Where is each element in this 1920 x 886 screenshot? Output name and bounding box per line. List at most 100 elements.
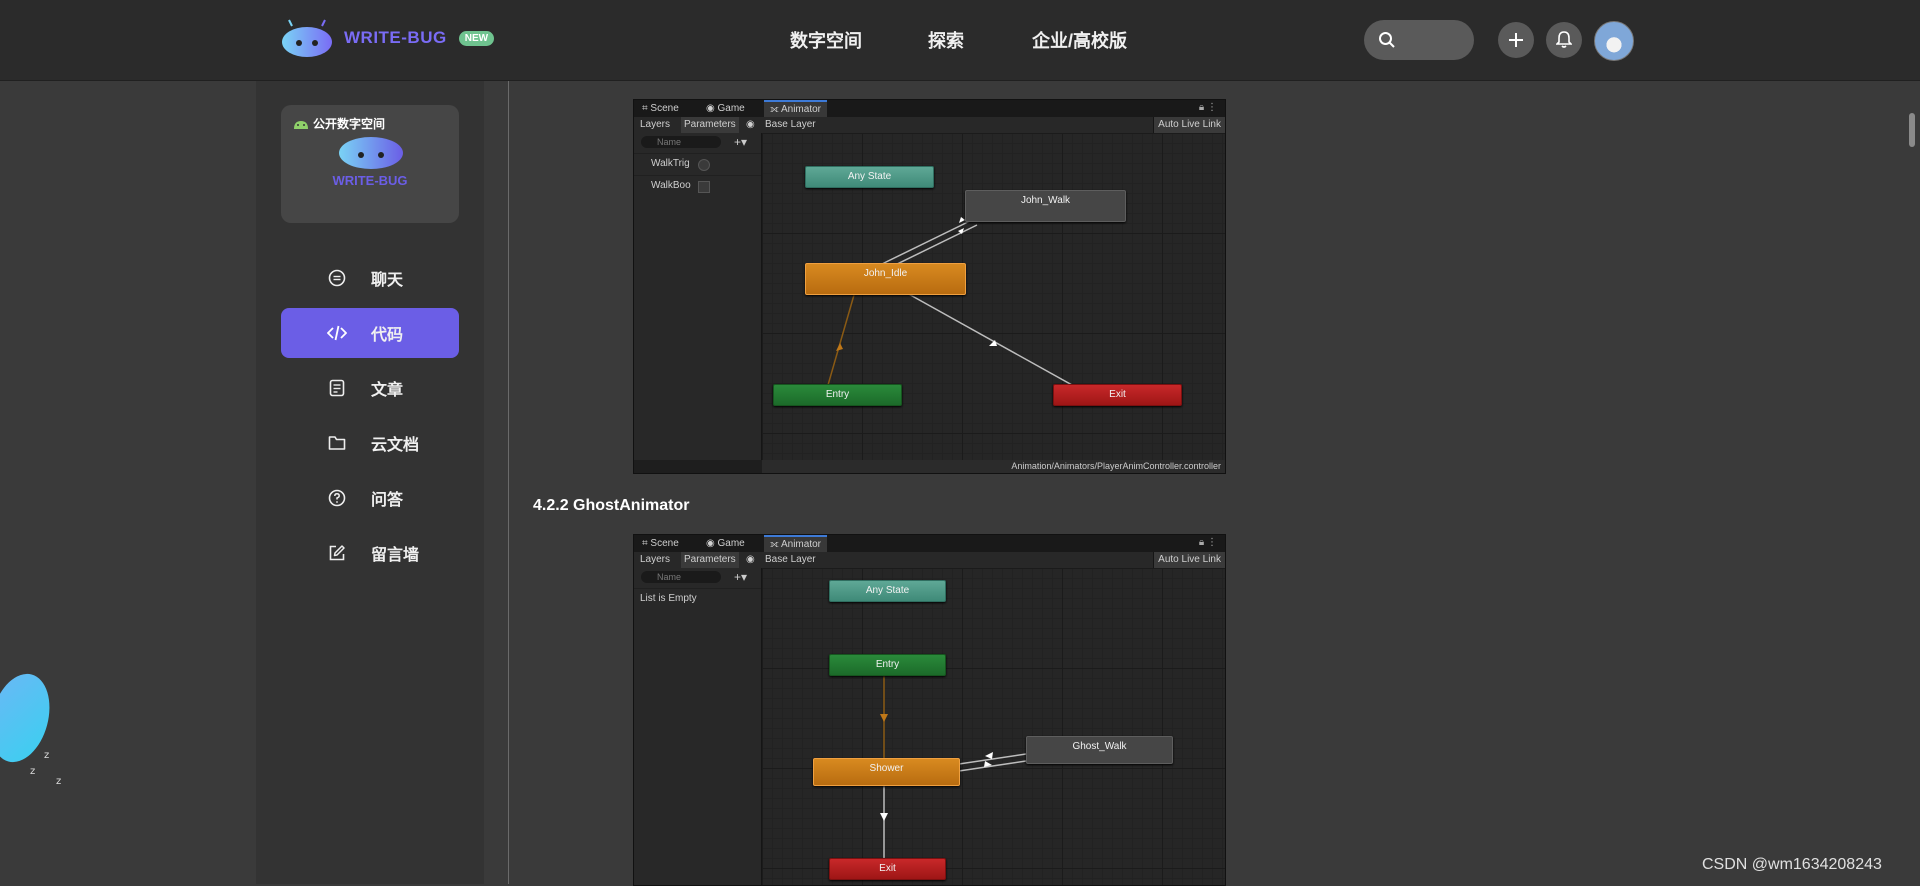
parameters-tab: Parameters: [681, 552, 739, 568]
tab-label: Scene: [650, 538, 679, 549]
state-any-state: Any State: [805, 166, 934, 188]
lock-icon: 🔒︎ ⋮: [1198, 102, 1217, 113]
tab-label: Scene: [650, 103, 679, 114]
sidebar-item-label: 聊天: [371, 272, 404, 289]
layers-tab: Layers: [640, 119, 671, 130]
parameters-panel: Name +▾ List is Empty: [634, 568, 762, 885]
plus-icon: [1509, 33, 1523, 47]
transition-arrows: [880, 676, 1027, 858]
lock-icon: 🔒︎ ⋮: [1198, 537, 1217, 548]
page-scrollbar[interactable]: [1904, 81, 1920, 884]
state-john-idle: John_Idle: [805, 263, 966, 295]
chat-icon: [328, 269, 346, 287]
base-layer-breadcrumb: Base Layer: [765, 119, 816, 130]
site-logo[interactable]: WRITE-BUG NEW: [280, 18, 495, 58]
state-any-state: Any State: [829, 580, 946, 602]
tab-label: Animator: [780, 104, 821, 115]
tab-scene: ⌗ Scene: [642, 538, 679, 549]
sidebar-item-message-wall[interactable]: 留言墙: [281, 528, 459, 578]
state-john-walk: John_Walk: [965, 190, 1126, 222]
state-shower: Shower: [813, 758, 960, 786]
svg-text:z: z: [56, 776, 61, 787]
base-layer-breadcrumb: Base Layer: [765, 554, 816, 565]
scrollbar-thumb[interactable]: [1909, 113, 1915, 147]
brand-name: WRITE-BUG: [344, 28, 447, 47]
parameter-row: WalkTrig: [634, 153, 761, 174]
tab-game: ◉ Game: [706, 538, 745, 549]
add-button[interactable]: [1498, 22, 1534, 58]
sidebar-item-code[interactable]: 代码: [281, 308, 459, 358]
sidebar-item-chat[interactable]: 聊天: [281, 253, 459, 303]
nav-label[interactable]: 探索: [928, 27, 964, 53]
state-exit: Exit: [1053, 384, 1182, 406]
right-panel: [1352, 81, 1656, 884]
android-icon: [294, 120, 308, 129]
parameters-tab: Parameters: [681, 117, 739, 133]
parameter-filter: Name: [641, 571, 721, 583]
floating-mascot-icon[interactable]: z z z: [0, 660, 70, 790]
sidebar-item-label: 问答: [371, 492, 404, 509]
animator-screenshot-ghost: ⌗ Scene ◉ Game ⟗ Animator 🔒︎ ⋮ Layers Pa…: [633, 534, 1226, 886]
layers-tab: Layers: [640, 554, 671, 565]
avatar[interactable]: [1594, 21, 1634, 61]
empty-list-text: List is Empty: [640, 593, 697, 604]
top-navigation-bar: WRITE-BUG NEW 数字空间 探索 企业/高校版: [0, 0, 1920, 81]
state-exit: Exit: [829, 858, 946, 880]
parameter-name: WalkTrig: [651, 158, 690, 169]
eye-icon: ◉: [746, 119, 755, 130]
sidebar-item-cloud-docs[interactable]: 云文档: [281, 418, 459, 468]
workspace-brand: WRITE-BUG: [332, 173, 408, 188]
tab-animator: ⟗ Animator: [764, 535, 827, 552]
state-ghost-walk: Ghost_Walk: [1026, 736, 1173, 764]
page-background: [1656, 81, 1904, 884]
parameter-row: WalkBoo: [634, 175, 761, 196]
auto-live-link: Auto Live Link: [1153, 552, 1225, 568]
tab-bar: ⌗ Scene ◉ Game ⟗ Animator 🔒︎ ⋮: [634, 535, 1225, 552]
eye-icon: ◉: [746, 554, 755, 565]
sidebar-item-articles[interactable]: 文章: [281, 363, 459, 413]
sidebar-item-label: 文章: [371, 382, 404, 399]
plus-icon: +▾: [734, 570, 748, 584]
animator-toolbar: Layers Parameters ◉ Base Layer Auto Live…: [634, 552, 1225, 569]
question-icon: [328, 489, 346, 507]
state-graph: Any State John_Walk John_Idle Entry Exit: [762, 133, 1225, 460]
tab-label: Game: [717, 103, 745, 114]
workspace-card[interactable]: 公开数字空间 WRITE-BUG: [281, 105, 459, 223]
folder-icon: [328, 436, 346, 450]
edit-icon: [329, 545, 345, 561]
tab-animator: ⟗ Animator: [764, 100, 827, 117]
animator-toolbar: Layers Parameters ◉ Base Layer Auto Live…: [634, 117, 1225, 134]
nav-label[interactable]: 数字空间: [790, 27, 862, 53]
bool-checkbox: [698, 181, 710, 193]
trigger-toggle: [698, 159, 710, 171]
bell-icon: [1556, 31, 1572, 48]
search-icon: [1379, 32, 1395, 48]
controller-path: Animation/Animators/PlayerAnimController…: [762, 460, 1225, 473]
empty-list-row: List is Empty: [634, 588, 761, 609]
tab-label: Game: [717, 538, 745, 549]
parameter-filter: Name: [641, 136, 721, 148]
tab-bar: ⌗ Scene ◉ Game ⟗ Animator 🔒︎ ⋮: [634, 100, 1225, 117]
nav-digital-space[interactable]: 数字空间: [790, 0, 862, 80]
nav-label[interactable]: 企业/高校版: [1032, 27, 1127, 53]
sidebar-item-label: 云文档: [371, 437, 420, 454]
auto-live-link: Auto Live Link: [1153, 117, 1225, 133]
section-heading: 4.2.2 GhostAnimator: [533, 497, 690, 514]
mascot-icon: [339, 137, 403, 169]
tab-label: Animator: [780, 539, 821, 550]
tab-game: ◉ Game: [706, 103, 745, 114]
parameters-panel: Name +▾ WalkTrig WalkBoo: [634, 133, 762, 460]
document-icon: [329, 379, 345, 397]
state-graph: Any State Entry Shower Ghost_Walk Exit: [762, 568, 1225, 885]
search-input[interactable]: [1364, 20, 1474, 60]
animator-screenshot-player: ⌗ Scene ◉ Game ⟗ Animator 🔒︎ ⋮ Layers Pa…: [633, 99, 1226, 474]
watermark: CSDN @wm1634208243: [1702, 856, 1882, 873]
nav-enterprise[interactable]: 企业/高校版: [1032, 0, 1127, 80]
sidebar-item-label: 留言墙: [371, 547, 420, 564]
nav-explore[interactable]: 探索: [928, 0, 964, 80]
state-entry: Entry: [829, 654, 946, 676]
sidebar-item-qa[interactable]: 问答: [281, 473, 459, 523]
notifications-button[interactable]: [1546, 22, 1582, 58]
plus-icon: +▾: [734, 135, 748, 149]
tab-scene: ⌗ Scene: [642, 103, 679, 114]
